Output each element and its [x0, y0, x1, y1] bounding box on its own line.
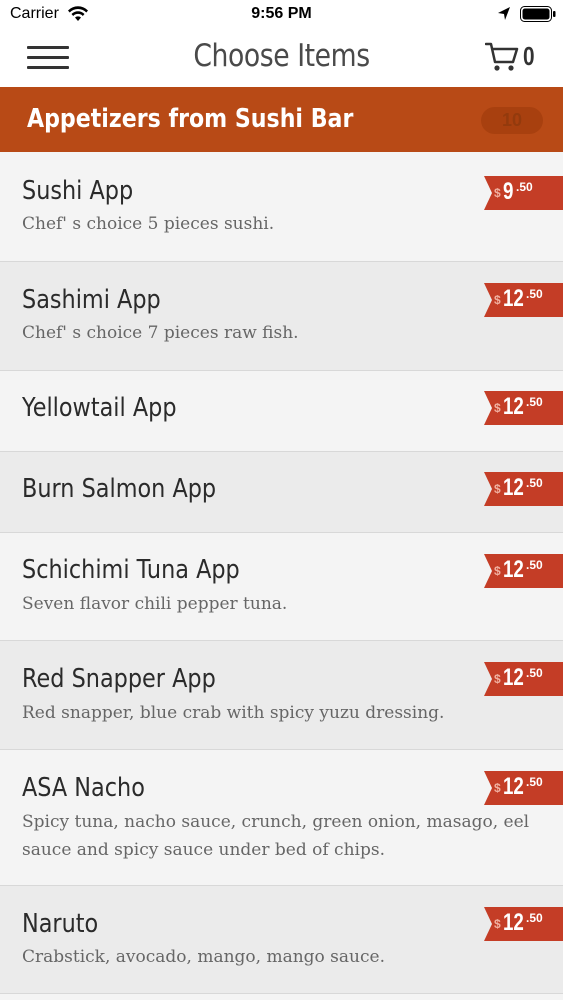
price-currency: $ — [494, 401, 501, 415]
price-dollars: 12 — [503, 664, 524, 691]
price-tag: $ 12 .50 — [484, 771, 563, 805]
price-currency: $ — [494, 564, 501, 578]
item-description: Crabstick, avocado, mango, mango sauce. — [22, 947, 385, 967]
price-cents: .50 — [526, 476, 543, 490]
item-name: ASA Nacho — [22, 773, 145, 803]
status-bar: Carrier 9:56 PM — [0, 0, 563, 30]
price-cents: .50 — [526, 775, 543, 789]
price-cents: .50 — [526, 395, 543, 409]
item-name: Sushi App — [22, 176, 134, 206]
item-description: Seven flavor chili pepper tuna. — [22, 594, 288, 614]
price-dollars: 12 — [503, 393, 524, 420]
menu-item[interactable]: Sushi App Chef' s choice 5 pieces sushi.… — [0, 152, 563, 262]
item-description: Chef' s choice 7 pieces raw fish. — [22, 323, 299, 343]
price-cents: .50 — [526, 911, 543, 925]
item-description: Spicy tuna, nacho sauce, crunch, green o… — [22, 812, 530, 860]
menu-item[interactable]: ASA Nacho Spicy tuna, nacho sauce, crunc… — [0, 750, 563, 886]
menu-item[interactable]: Schichimi Tuna App Seven flavor chili pe… — [0, 533, 563, 641]
item-name: Naruto — [22, 909, 99, 939]
price-currency: $ — [494, 781, 501, 795]
price-dollars: 12 — [503, 556, 524, 583]
status-time: 9:56 PM — [251, 5, 312, 22]
price-dollars: 12 — [503, 909, 524, 936]
item-name: Red Snapper App — [22, 664, 216, 694]
price-tag: $ 12 .50 — [484, 554, 563, 588]
menu-item[interactable]: Red Snapper App Red snapper, blue crab w… — [0, 641, 563, 750]
nav-bar: Choose Items 0 — [0, 30, 563, 87]
price-dollars: 12 — [503, 474, 524, 501]
price-tag: $ 12 .50 — [484, 283, 563, 317]
menu-item[interactable]: Burn Salmon App $ 12 .50 — [0, 452, 563, 533]
price-tag: $ 12 .50 — [484, 662, 563, 696]
item-name: Sashimi App — [22, 285, 161, 315]
price-tag: $ 12 .50 — [484, 907, 563, 941]
cart-count: 0 — [523, 41, 535, 71]
price-tag: $ 12 .50 — [484, 391, 563, 425]
menu-item[interactable]: Sashimi App Chef' s choice 7 pieces raw … — [0, 262, 563, 371]
price-dollars: 12 — [503, 285, 524, 312]
item-name: Burn Salmon App — [22, 474, 217, 504]
item-name: Schichimi Tuna App — [22, 555, 240, 585]
menu-item[interactable]: Yellowtail App $ 12 .50 — [0, 371, 563, 452]
price-cents: .50 — [516, 180, 533, 194]
item-description: Red snapper, blue crab with spicy yuzu d… — [22, 703, 445, 723]
price-tag: $ 9 .50 — [484, 176, 563, 210]
section-count-badge: 10 — [481, 107, 543, 134]
price-cents: .50 — [526, 558, 543, 572]
section-title: Appetizers from Sushi Bar — [27, 104, 354, 134]
item-description: Chef' s choice 5 pieces sushi. — [22, 214, 275, 234]
menu-item[interactable]: Naruto Crabstick, avocado, mango, mango … — [0, 886, 563, 994]
price-dollars: 12 — [503, 773, 524, 800]
price-dollars: 9 — [503, 178, 514, 205]
price-cents: .50 — [526, 666, 543, 680]
price-currency: $ — [494, 293, 501, 307]
item-name: Yellowtail App — [22, 393, 177, 423]
page-title: Choose Items — [193, 38, 370, 74]
price-tag: $ 12 .50 — [484, 472, 563, 506]
price-currency: $ — [494, 672, 501, 686]
location-icon — [498, 7, 510, 20]
price-cents: .50 — [526, 287, 543, 301]
price-currency: $ — [494, 186, 501, 200]
battery-icon — [520, 6, 556, 22]
price-currency: $ — [494, 917, 501, 931]
cart-button[interactable]: 0 — [485, 39, 545, 75]
cart-icon — [485, 42, 519, 71]
section-header[interactable]: Appetizers from Sushi Bar 10 — [0, 87, 563, 152]
price-currency: $ — [494, 482, 501, 496]
